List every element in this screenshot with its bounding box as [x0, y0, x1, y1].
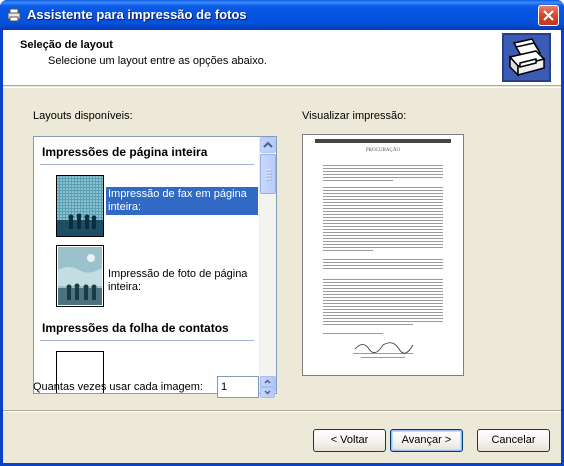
scroll-up-button[interactable] — [260, 137, 276, 153]
close-button[interactable] — [538, 5, 559, 26]
layouts-scrollbar[interactable] — [259, 137, 276, 393]
layouts-list[interactable]: Impressões de página inteira Impressão d… — [33, 136, 277, 394]
printer-app-icon — [6, 7, 22, 23]
increment-button[interactable] — [260, 376, 275, 387]
quantity-input[interactable] — [217, 376, 259, 398]
layouts-label: Layouts disponíveis: — [33, 110, 133, 122]
printer-photos-icon — [502, 33, 551, 82]
fax-photo-thumbnail[interactable] — [56, 175, 104, 237]
cancel-button[interactable]: Cancelar — [477, 429, 550, 452]
page-title: Seleção de layout — [20, 39, 113, 51]
next-button[interactable]: Avançar > — [390, 429, 463, 452]
dialog-body: Seleção de layout Selecione um layout en… — [3, 30, 561, 463]
page-subtitle: Selecione um layout entre as opções abai… — [48, 55, 267, 67]
fax-photo-icon — [57, 176, 103, 236]
photo-thumbnail[interactable] — [56, 245, 104, 307]
scroll-thumb[interactable] — [260, 154, 276, 194]
grip-icon — [265, 169, 272, 181]
decrement-button[interactable] — [260, 387, 275, 398]
document-preview-image: PROCURAÇÃO — [303, 135, 463, 375]
photo-icon — [57, 246, 103, 306]
quantity-label: Quantas vezes usar cada imagem: — [33, 381, 203, 393]
chevron-up-icon — [264, 379, 271, 384]
svg-text:PROCURAÇÃO: PROCURAÇÃO — [366, 147, 401, 153]
chevron-down-icon — [264, 390, 271, 395]
item-photo-full-page[interactable]: Impressão de foto de página inteira: — [106, 267, 258, 295]
group-header-contact-sheet: Impressões da folha de contatos — [40, 321, 254, 341]
back-button[interactable]: < Voltar — [313, 429, 386, 452]
preview-label: Visualizar impressão: — [302, 110, 407, 122]
chevron-up-icon — [263, 141, 273, 148]
title-bar[interactable]: Assistente para impressão de fotos — [0, 0, 564, 30]
item-fax-full-page[interactable]: Impressão de fax em página inteira: — [106, 187, 258, 215]
window-title: Assistente para impressão de fotos — [27, 7, 247, 22]
print-preview: PROCURAÇÃO — [302, 134, 464, 376]
wizard-window: Assistente para impressão de fotos Seleç… — [0, 0, 564, 466]
quantity-stepper[interactable] — [260, 376, 275, 398]
close-icon — [543, 10, 554, 21]
group-header-full-page: Impressões de página inteira — [40, 145, 254, 165]
wizard-header: Seleção de layout Selecione um layout en… — [3, 30, 561, 86]
